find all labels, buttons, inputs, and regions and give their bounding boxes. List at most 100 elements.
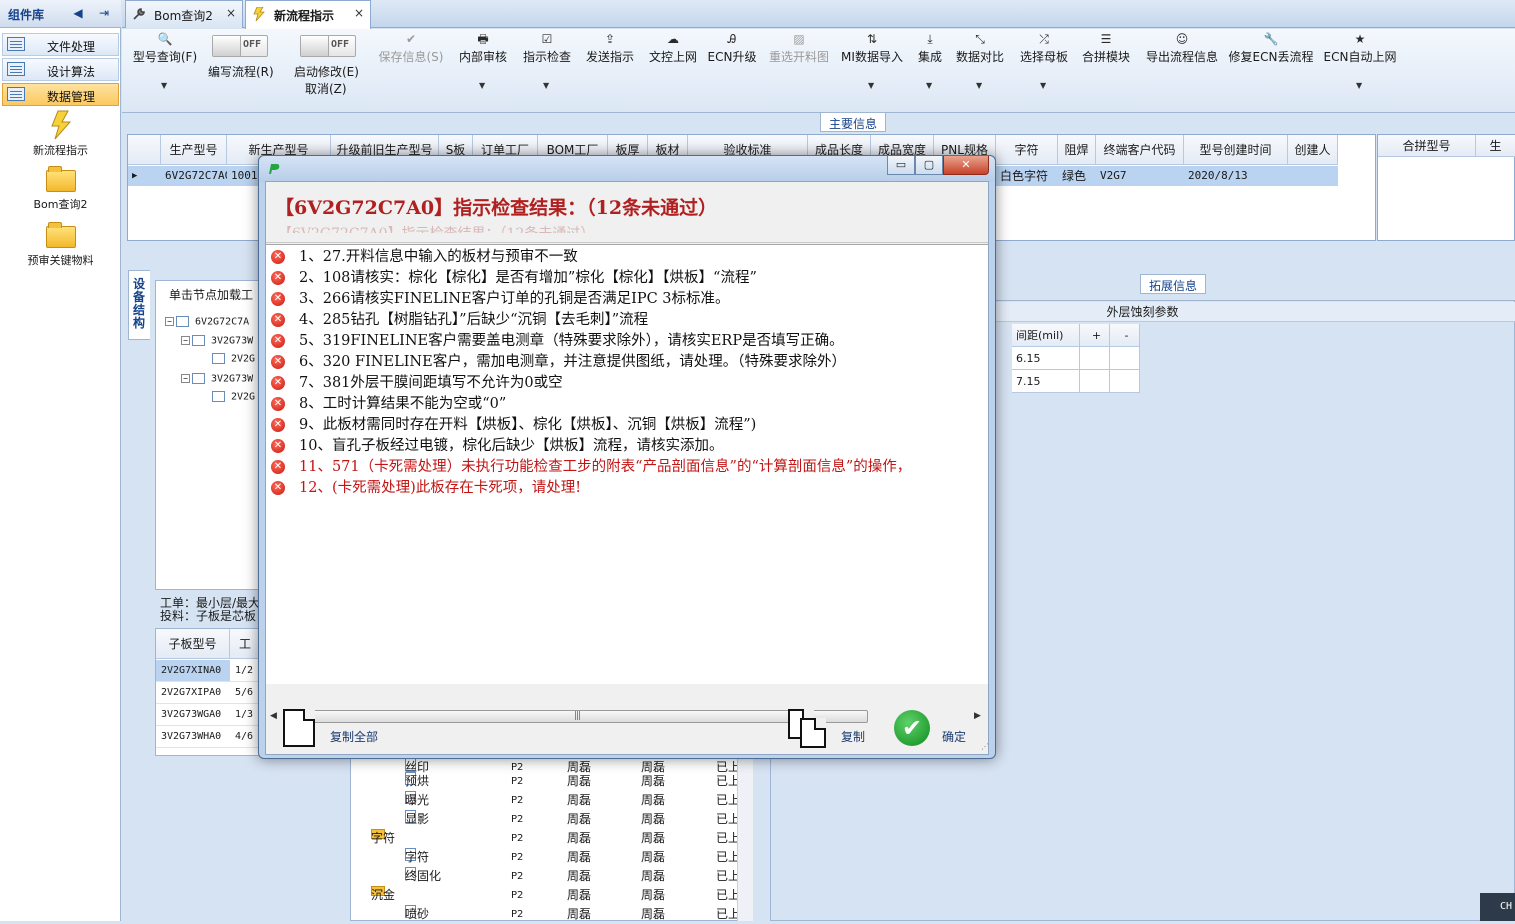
tab-bom-query2[interactable]: Bom查询2 × [125,0,243,28]
table-row[interactable]: 字符 P2 周磊 周磊 已上 [351,848,741,867]
tool-new-flow-instruction[interactable]: 新流程指示 [0,110,121,158]
cell-created-time[interactable]: 2020/8/13 [1184,166,1288,186]
list-item[interactable]: ✕ 3、266请核实FINELINE客户订单的孔铜是否满足IPC 3标标准。 [271,289,988,310]
copy-all-document-icon[interactable] [283,709,315,747]
column-header[interactable]: 生 [1476,135,1515,157]
column-header[interactable]: 阻焊 [1058,135,1096,165]
integrate-button[interactable]: ⤓ 集成 ▼ [910,29,950,113]
internal-review-button[interactable]: 🖶 内部审核 ▼ [454,29,512,113]
fix-ecn-lost-flow-button[interactable]: 🔧 修复ECN丢流程 [1228,29,1314,113]
cell-minus[interactable] [1110,347,1140,370]
list-item[interactable]: ✕ 12、(卡死需处理)此板存在卡死项，请处理! [271,478,988,499]
column-header[interactable]: - [1110,324,1140,347]
cell-prod-model[interactable]: 6V2G72C7A0 [161,166,227,186]
column-header[interactable]: 生产型号 [161,135,227,165]
dropdown-arrow-icon[interactable]: ▼ [976,81,982,90]
ok-button[interactable]: 确定 [942,728,966,745]
cell-solder[interactable]: 绿色 [1058,166,1096,186]
cell-sub-value[interactable]: 1/3 [230,704,261,726]
cell-sub-value[interactable]: 1/2 [230,660,261,682]
tree-node[interactable]: −3V2G73W [181,335,253,347]
dropdown-arrow-icon[interactable]: ▼ [868,81,874,90]
cell-char[interactable]: 白色字符 [996,166,1058,186]
list-item[interactable]: ✕ 5、319FINELINE客户需要盖电测章（特殊要求除外），请核实ERP是否… [271,331,988,352]
column-header[interactable]: + [1080,324,1110,347]
cell-minus[interactable] [1110,370,1140,393]
table-row[interactable]: 喷砂 P2 周磊 周磊 已上 [351,905,741,924]
dropdown-arrow-icon[interactable]: ▼ [926,81,932,90]
vertical-scrollbar[interactable] [737,757,753,921]
column-header[interactable]: 创建人 [1288,135,1338,165]
cell-plus[interactable] [1080,370,1110,393]
edit-flow-toggle[interactable]: OFF [212,35,268,57]
list-item[interactable]: ✕ 2、108请核实：棕化【棕化】是否有增加”棕化【棕化】【烘板】“流程” [271,268,988,289]
minimize-button[interactable]: ▭ [887,156,915,175]
cell-plus[interactable] [1080,347,1110,370]
table-row[interactable]: −字符 P2 周磊 周磊 已上 [351,829,741,848]
close-icon[interactable]: × [354,6,364,20]
copy-documents-icon[interactable] [788,709,830,749]
scroll-left-icon[interactable]: ◀ [270,711,277,721]
select-mother-board-button[interactable]: ⤮ 选择母板 ▼ [1015,29,1073,113]
resize-grip-icon[interactable]: ⋰ [981,742,989,751]
maximize-button[interactable]: ▢ [915,156,943,175]
cell-sub-model[interactable]: 3V2G73WGA0 [156,704,230,726]
cell-sub-model[interactable]: 2V2G7XINA0 [156,660,230,682]
close-button[interactable]: ✕ [943,156,989,175]
table-row[interactable]: 显影 P2 周磊 周磊 已上 [351,810,741,829]
dropdown-arrow-icon[interactable]: ▼ [1040,81,1046,90]
table-row[interactable]: 曝光 P2 周磊 周磊 已上 [351,791,741,810]
table-row[interactable]: −沉金 P2 周磊 周磊 已上 [351,886,741,905]
cell-sub-value[interactable]: 4/6 [230,726,261,748]
tree-node[interactable]: 2V2G [212,353,255,365]
dialog-title-bar[interactable]: ▭ ▢ ✕ [259,156,995,182]
list-item[interactable]: ✕ 8、工时计算结果不能为空或“0” [271,394,988,415]
collapse-icon[interactable]: − [181,336,190,345]
collapse-icon[interactable]: − [181,374,190,383]
list-item[interactable]: ✕ 4、285钻孔【树脂钻孔】”后缺少“沉铜【去毛刺】”流程 [271,310,988,331]
dropdown-arrow-icon[interactable]: ▼ [543,81,549,90]
list-item[interactable]: ✕ 11、571（卡死需处理）未执行功能检查工步的附表“产品剖面信息”的“计算剖… [271,457,988,478]
dropdown-arrow-icon[interactable]: ▼ [161,81,167,90]
model-query-button[interactable]: 🔍 型号查询(F) ▼ [128,29,202,113]
list-item[interactable]: ✕ 7、381外层干膜间距填写不允许为0或空 [271,373,988,394]
column-header[interactable]: 子板型号 [156,629,230,659]
tool-bom-query2[interactable]: Bom查询2 [0,166,121,212]
cell-spacing[interactable]: 7.15 [1012,370,1080,393]
close-icon[interactable]: × [226,6,236,20]
reselect-cutting-map-button[interactable]: ▨ 重选开料图 [764,29,834,113]
column-header[interactable]: 终端客户代码 [1096,135,1184,165]
ime-indicator[interactable]: CH [1480,893,1515,921]
tree-node[interactable]: −3V2G73W [181,373,253,385]
mi-data-import-button[interactable]: ⇅ MI数据导入 ▼ [838,29,906,113]
save-info-button[interactable]: ✔ 保存信息(S) [374,29,448,113]
pin-panel-icon[interactable]: ⇥ [96,4,112,22]
cell-spacing[interactable]: 6.15 [1012,347,1080,370]
error-list[interactable]: ✕ 1、27.开料信息中输入的板材与预审不一致 ✕ 2、108请核实：棕化【棕化… [266,244,988,684]
nav-item-file-processing[interactable]: 文件处理 [2,33,119,56]
ecn-auto-online-button[interactable]: ★ ECN自动上网 ▼ [1322,29,1398,113]
export-flow-info-button[interactable]: ☺ 导出流程信息 [1140,29,1224,113]
doc-control-online-button[interactable]: ☁ 文控上网 [644,29,702,113]
column-header[interactable]: 合拼型号 [1378,135,1476,157]
cancel-button[interactable]: 取消(Z) [305,80,347,97]
merge-module-button[interactable]: ☰ 合拼模块 [1078,29,1134,113]
list-item[interactable]: ✕ 10、盲孔子板经过电镀，棕化后缺少【烘板】流程，请核实添加。 [271,436,988,457]
start-modify-toggle[interactable]: OFF [300,35,356,57]
table-row[interactable]: 终固化 P2 周磊 周磊 已上 [351,867,741,886]
scroll-right-icon[interactable]: ▶ [974,711,981,721]
collapse-icon[interactable]: − [165,317,174,326]
dropdown-arrow-icon[interactable]: ▼ [479,81,485,90]
list-item[interactable]: ✕ 9、此板材需同时存在开料【烘板】、棕化【烘板】、沉铜【烘板】流程”) [271,415,988,436]
tab-new-flow-instruction[interactable]: 新流程指示 × [245,0,371,29]
ecn-upgrade-button[interactable]: Ꭿ ECN升级 [706,29,758,113]
list-item[interactable]: ✕ 1、27.开料信息中输入的板材与预审不一致 [271,247,988,268]
cell-sub-model[interactable]: 2V2G7XIPA0 [156,682,230,704]
tree-node[interactable]: −6V2G72C7A [165,316,249,328]
table-row[interactable]: 预烘 P2 周磊 周磊 已上 [351,772,741,791]
column-header[interactable]: 间距(mil) [1012,324,1080,347]
column-header[interactable]: 工 [230,629,261,659]
tool-pre-review-key-materials[interactable]: 预审关键物料 [0,222,121,268]
cell-customer-code[interactable]: V2G7 [1096,166,1184,186]
list-item[interactable]: ✕ 6、320 FINELINE客户，需加电测章，并注意提供图纸，请处理。（特殊… [271,352,988,373]
